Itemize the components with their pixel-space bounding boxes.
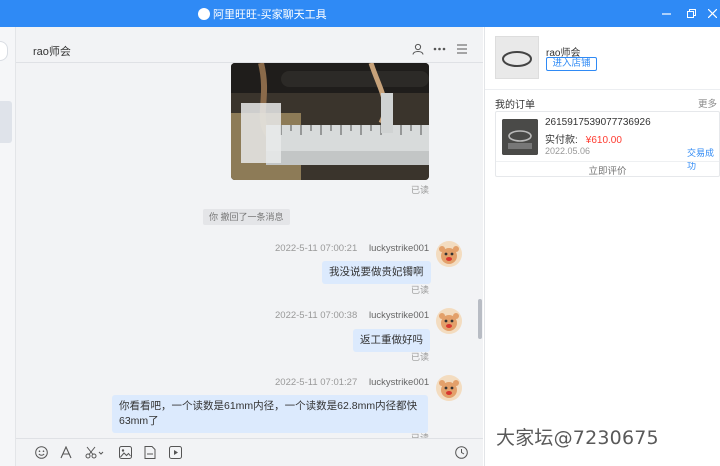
contact-name: rao师会 (33, 46, 71, 58)
message-sender: luckystrike001 (369, 310, 430, 321)
watermark: 大家坛@7230675 (496, 427, 659, 449)
minimize-button[interactable] (658, 5, 674, 21)
selected-contact-tab[interactable] (0, 101, 12, 143)
chat-bubble[interactable]: 你看看吧，一个读数是61mm内径，一个读数是62.8mm内径都快 63mm了 (112, 395, 428, 433)
emoji-icon[interactable] (34, 446, 48, 460)
close-icon (707, 8, 717, 18)
chat-panel: rao师会 已读 你 撤回了一条消息 2022-5-11 07:00:21 lu… (16, 27, 483, 466)
more-icon[interactable] (433, 43, 446, 58)
avatar[interactable] (436, 375, 462, 401)
order-date: 2022.05.06 (545, 146, 591, 156)
review-button[interactable]: 立即评价 (496, 163, 719, 177)
restore-button[interactable] (683, 5, 699, 21)
chat-scrollbar[interactable] (478, 299, 482, 339)
message-time: 2022-5-11 07:00:38 (275, 310, 358, 321)
order-card[interactable]: 2615917539077736926 实付款: ¥610.00 2022.05.… (495, 111, 720, 177)
message-sender: luckystrike001 (369, 243, 430, 254)
chat-bubble-line: 63mm了 (119, 415, 159, 427)
wangwang-logo-icon (198, 8, 210, 20)
message-sender: luckystrike001 (369, 377, 430, 388)
message-time: 2022-5-11 07:00:21 (275, 243, 358, 254)
read-status: 已读 (411, 352, 430, 362)
close-button[interactable] (704, 5, 720, 21)
contact-list-edge (0, 27, 16, 466)
order-paid: 实付款: ¥610.00 (545, 131, 622, 146)
enter-shop-button[interactable]: 进入店铺 (546, 57, 597, 71)
scissors-icon[interactable] (84, 446, 106, 460)
avatar[interactable] (436, 308, 462, 334)
user-icon[interactable] (412, 43, 424, 58)
order-id: 2615917539077736926 (545, 117, 651, 128)
order-price: ¥610.00 (585, 135, 622, 146)
recall-notice: 你 撤回了一条消息 (203, 209, 290, 225)
file-icon[interactable] (143, 446, 157, 460)
divider (496, 161, 719, 162)
minimize-icon (661, 12, 671, 15)
video-icon[interactable] (168, 446, 182, 460)
search-edge[interactable] (0, 41, 8, 61)
read-status: 已读 (411, 185, 430, 195)
menu-icon[interactable] (457, 43, 467, 58)
font-icon[interactable] (59, 445, 73, 460)
orders-more-link[interactable]: 更多 (698, 96, 717, 110)
chat-bubble[interactable]: 返工重做好吗 (353, 329, 430, 352)
shop-avatar[interactable] (495, 36, 539, 79)
order-thumbnail[interactable] (502, 119, 538, 155)
history-icon[interactable] (454, 446, 468, 460)
chat-header: rao师会 (16, 27, 483, 63)
window-title-text: 阿里旺旺-买家聊天工具 (213, 9, 327, 21)
avatar[interactable] (436, 241, 462, 267)
chat-bubble-line: 你看看吧，一个读数是61mm内径，一个读数是62.8mm内径都快 (119, 400, 418, 412)
window-title: 阿里旺旺-买家聊天工具 (198, 6, 327, 22)
orders-title: 我的订单 (495, 100, 535, 111)
title-bar: 阿里旺旺-买家聊天工具 (0, 0, 720, 27)
restore-icon (686, 8, 696, 18)
order-paid-label: 实付款: (545, 135, 578, 146)
image-icon[interactable] (118, 446, 132, 460)
caliper-photo[interactable] (231, 63, 429, 180)
message-time: 2022-5-11 07:01:27 (275, 377, 358, 388)
shop-panel: rao师会 进入店铺 我的订单 更多 2615917539077736926 实… (484, 27, 720, 466)
divider (485, 89, 720, 90)
read-status: 已读 (411, 285, 430, 295)
input-toolbar (16, 438, 483, 466)
chat-bubble[interactable]: 我没说要做贵妃镯啊 (322, 261, 431, 284)
